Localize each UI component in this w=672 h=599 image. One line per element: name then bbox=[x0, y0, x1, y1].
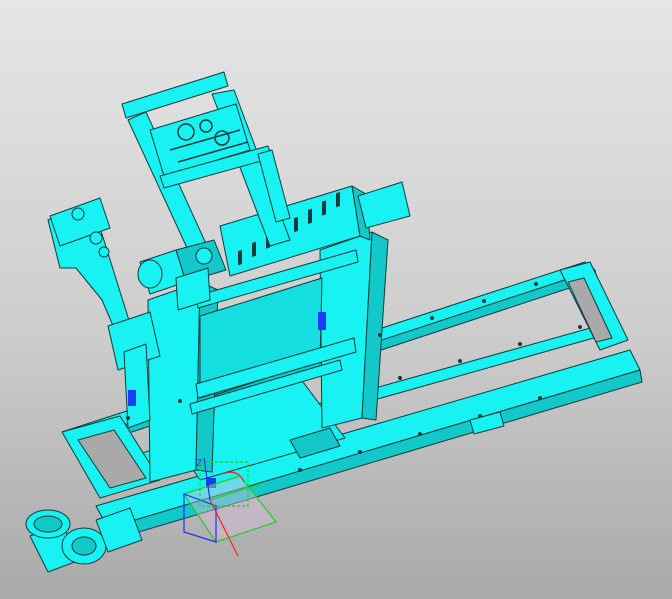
cad-model-scene[interactable]: Z bbox=[0, 0, 672, 599]
bracket-bearing-2 bbox=[89, 231, 103, 245]
top-bracket-plate[interactable] bbox=[357, 181, 411, 229]
blue-sensor-right bbox=[318, 312, 326, 330]
blue-sensor-left bbox=[128, 390, 136, 406]
left-guide-post[interactable] bbox=[123, 343, 151, 429]
left-column-front[interactable] bbox=[147, 281, 201, 483]
bracket-bearing-1 bbox=[71, 207, 85, 221]
cad-3d-viewport[interactable]: Z bbox=[0, 0, 672, 599]
drive-motor[interactable] bbox=[25, 509, 107, 573]
bracket-bearing-3 bbox=[98, 246, 110, 258]
triad-z-label: Z bbox=[196, 459, 202, 469]
